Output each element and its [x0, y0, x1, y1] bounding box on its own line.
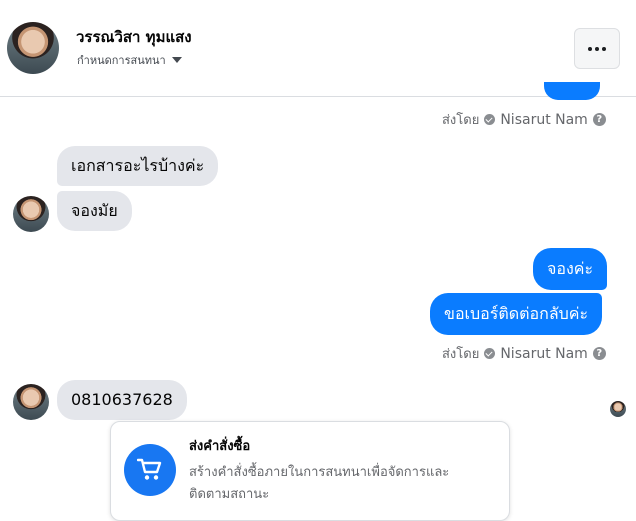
sent-by-label: ส่งโดย Nisarut Nam ? — [442, 109, 606, 130]
sent-by-prefix: ส่งโดย — [442, 113, 480, 128]
question-circle-icon[interactable]: ? — [592, 113, 606, 126]
sender-name: Nisarut Nam — [500, 111, 588, 128]
contact-avatar — [13, 384, 49, 420]
schedule-conversation-dropdown[interactable]: กำหนดการสนทนา — [77, 51, 182, 69]
check-circle-icon — [484, 114, 496, 125]
sent-by-prefix: ส่งโดย — [442, 347, 480, 362]
conversation-header: วรรณวิสา ทุมแสง กำหนดการสนทนา — [0, 0, 636, 97]
more-horizontal-icon — [588, 46, 606, 51]
contact-avatar[interactable] — [7, 22, 59, 74]
more-options-button[interactable] — [574, 28, 620, 69]
contact-name[interactable]: วรรณวิสา ทุมแสง — [76, 25, 192, 49]
seen-avatar — [610, 401, 626, 417]
sender-name: Nisarut Nam — [500, 345, 588, 362]
cart-icon — [124, 444, 176, 496]
contact-avatar — [13, 196, 49, 232]
message-bubble-incoming[interactable]: 0810637628 — [57, 380, 187, 420]
message-bubble-incoming[interactable]: เอกสารอะไรบ้างค่ะ — [57, 146, 219, 186]
message-bubble-outgoing[interactable]: จองค่ะ — [533, 248, 608, 290]
card-description: สร้างคำสั่งซื้อภายในการสนทนาเพื่อจัดการแ… — [189, 465, 450, 502]
message-bubble-outgoing[interactable]: ขอเบอร์ติดต่อกลับค่ะ — [430, 293, 603, 335]
check-circle-icon — [484, 348, 496, 359]
schedule-conversation-label: กำหนดการสนทนา — [77, 54, 166, 67]
message-bubble-incoming[interactable]: จองมัย — [57, 191, 132, 231]
card-title: ส่งคำสั่งซื้อ — [189, 439, 251, 454]
send-order-card[interactable]: ส่งคำสั่งซื้อ สร้างคำสั่งซื้อภายในการสนท… — [110, 421, 510, 521]
question-circle-icon[interactable]: ? — [592, 347, 606, 360]
sent-by-label: ส่งโดย Nisarut Nam ? — [442, 343, 606, 364]
chevron-down-icon — [171, 57, 182, 63]
message-bubble-outgoing-partial — [544, 82, 600, 100]
